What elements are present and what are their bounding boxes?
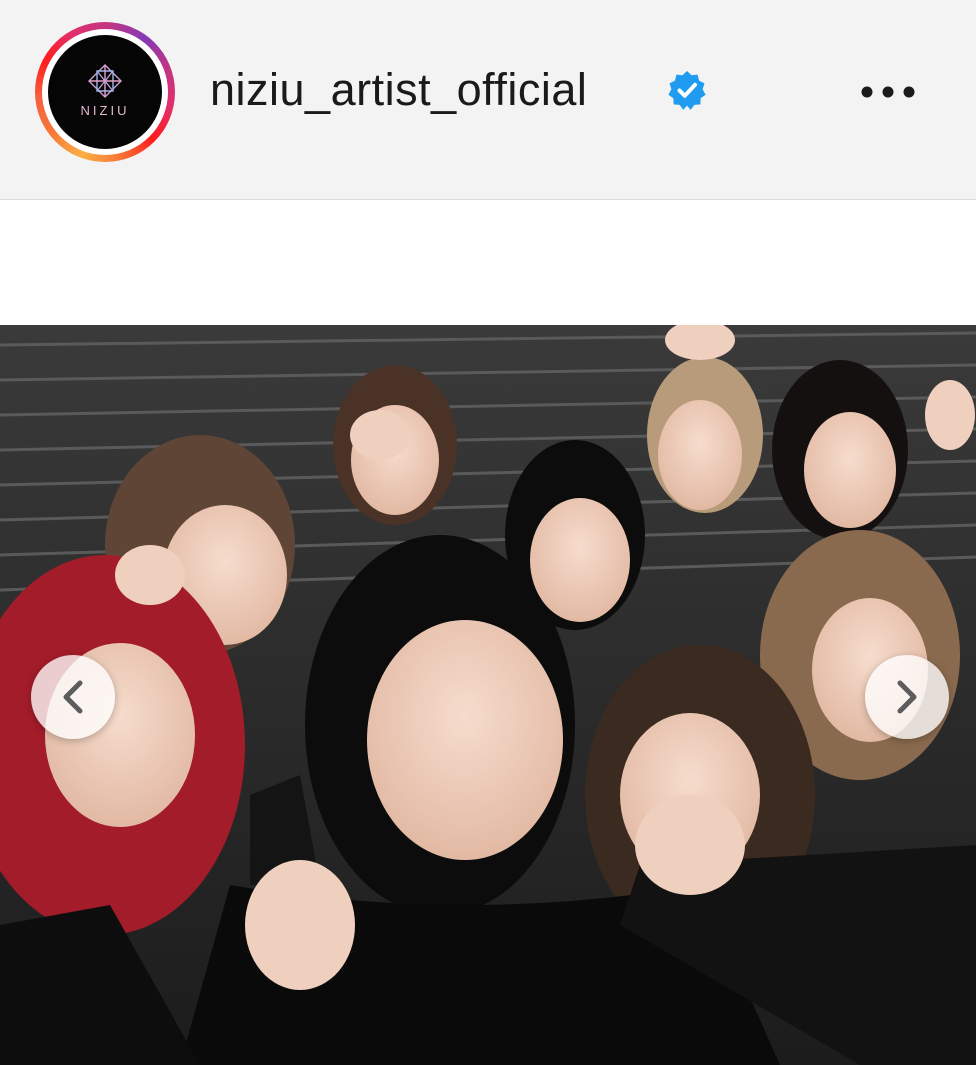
username-link[interactable]: niziu_artist_official [210,62,587,118]
post-header: NIZIU niziu_artist_official [0,0,976,200]
group-selfie-image [0,325,976,1065]
verified-badge-icon [668,71,706,110]
story-ring[interactable]: NIZIU [35,22,175,162]
post-photo[interactable] [0,325,976,1065]
chevron-left-icon [63,680,83,714]
avatar-logo-text: NIZIU [81,103,130,118]
chevron-right-icon [897,680,917,714]
post-spacer [0,201,976,325]
carousel-prev-button[interactable] [31,655,115,739]
niziu-logo-icon: NIZIU [81,64,130,118]
more-horizontal-icon[interactable] [852,72,924,112]
carousel-next-button[interactable] [865,655,949,739]
avatar[interactable]: NIZIU [48,35,162,149]
